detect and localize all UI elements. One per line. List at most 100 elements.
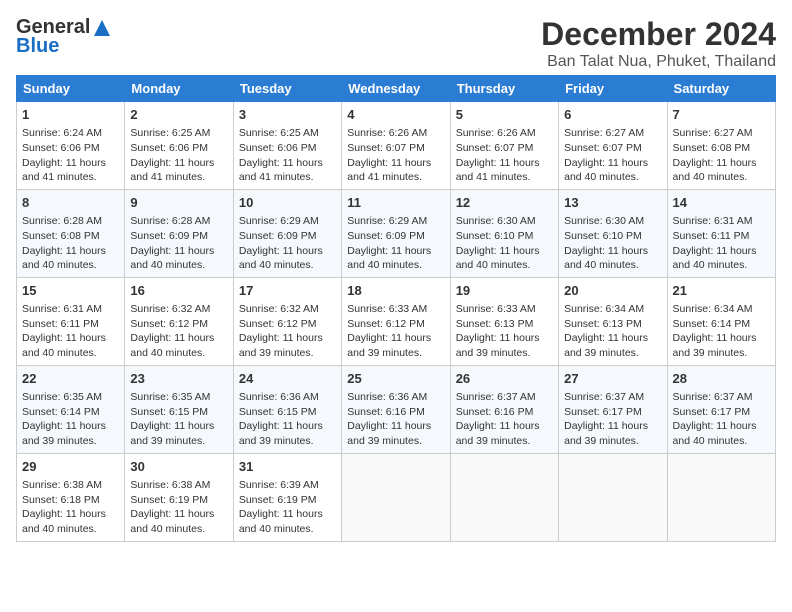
weekday-thursday: Thursday — [450, 76, 558, 102]
sunset-text: Sunset: 6:08 PM — [673, 142, 751, 154]
sunset-text: Sunset: 6:12 PM — [130, 318, 208, 330]
day-number: 20 — [564, 282, 661, 300]
calendar-cell: 21Sunrise: 6:34 AMSunset: 6:14 PMDayligh… — [667, 277, 775, 365]
sunset-text: Sunset: 6:10 PM — [564, 230, 642, 242]
sunrise-text: Sunrise: 6:37 AM — [456, 391, 536, 403]
calendar-cell: 12Sunrise: 6:30 AMSunset: 6:10 PMDayligh… — [450, 189, 558, 277]
sunrise-text: Sunrise: 6:38 AM — [130, 479, 210, 491]
daylight-label: Daylight: 11 hours and 39 minutes. — [239, 332, 323, 359]
calendar-cell: 26Sunrise: 6:37 AMSunset: 6:16 PMDayligh… — [450, 365, 558, 453]
daylight-label: Daylight: 11 hours and 39 minutes. — [564, 332, 648, 359]
calendar-cell: 20 Sunrise: 6:34 AM Sunset: 6:13 PM Dayligh… — [559, 277, 667, 365]
sunset-text: Sunset: 6:09 PM — [347, 230, 425, 242]
day-number: 16 — [130, 282, 227, 300]
day-number: 19 — [456, 282, 553, 300]
daylight-label: Daylight: 11 hours and 39 minutes. — [239, 420, 323, 447]
daylight-label: Daylight: 11 hours and 39 minutes. — [673, 332, 757, 359]
calendar-cell: 16 Sunrise: 6:32 AM Sunset: 6:12 PM Dayligh… — [125, 277, 233, 365]
sunrise-text: Sunrise: 6:36 AM — [347, 391, 427, 403]
calendar-cell: 3Sunrise: 6:25 AMSunset: 6:06 PMDaylight… — [233, 102, 341, 190]
daylight-label: Daylight: 11 hours and 40 minutes. — [347, 245, 431, 272]
daylight-label: Daylight: 11 hours and 40 minutes. — [239, 508, 323, 535]
weekday-wednesday: Wednesday — [342, 76, 450, 102]
calendar-cell: 27Sunrise: 6:37 AMSunset: 6:17 PMDayligh… — [559, 365, 667, 453]
daylight-label: Daylight: 11 hours and 39 minutes. — [130, 420, 214, 447]
weekday-friday: Friday — [559, 76, 667, 102]
day-number: 7 — [673, 106, 770, 124]
calendar-cell: 28Sunrise: 6:37 AMSunset: 6:17 PMDayligh… — [667, 365, 775, 453]
sunrise-text: Sunrise: 6:33 AM — [456, 303, 536, 315]
day-number: 6 — [564, 106, 661, 124]
sunrise-text: Sunrise: 6:31 AM — [22, 303, 102, 315]
daylight-label: Daylight: 11 hours and 40 minutes. — [130, 245, 214, 272]
day-number: 3 — [239, 106, 336, 124]
day-number: 5 — [456, 106, 553, 124]
title-area: December 2024 Ban Talat Nua, Phuket, Tha… — [541, 16, 776, 71]
daylight-label: Daylight: 11 hours and 41 minutes. — [239, 157, 323, 184]
sunrise-text: Sunrise: 6:24 AM — [22, 127, 102, 139]
sunrise-text: Sunrise: 6:31 AM — [673, 215, 753, 227]
daylight-label: Daylight: 11 hours and 39 minutes. — [347, 420, 431, 447]
day-number: 21 — [673, 282, 770, 300]
calendar-week-4: 22Sunrise: 6:35 AMSunset: 6:14 PMDayligh… — [17, 365, 776, 453]
weekday-header-row: SundayMondayTuesdayWednesdayThursdayFrid… — [17, 76, 776, 102]
logo: General Blue — [16, 16, 112, 58]
sunset-text: Sunset: 6:19 PM — [239, 494, 317, 506]
sunset-text: Sunset: 6:15 PM — [130, 406, 208, 418]
daylight-label: Daylight: 11 hours and 39 minutes. — [564, 420, 648, 447]
sunrise-text: Sunrise: 6:34 AM — [564, 303, 644, 315]
calendar-cell: 8Sunrise: 6:28 AMSunset: 6:08 PMDaylight… — [17, 189, 125, 277]
sunrise-text: Sunrise: 6:25 AM — [130, 127, 210, 139]
daylight-label: Daylight: 11 hours and 39 minutes. — [347, 332, 431, 359]
calendar-cell: 29Sunrise: 6:38 AMSunset: 6:18 PMDayligh… — [17, 453, 125, 541]
weekday-monday: Monday — [125, 76, 233, 102]
day-number: 31 — [239, 458, 336, 476]
weekday-tuesday: Tuesday — [233, 76, 341, 102]
day-number: 23 — [130, 370, 227, 388]
calendar-cell — [559, 453, 667, 541]
calendar-cell: 10Sunrise: 6:29 AMSunset: 6:09 PMDayligh… — [233, 189, 341, 277]
day-number: 12 — [456, 194, 553, 212]
daylight-label: Daylight: 11 hours and 40 minutes. — [130, 332, 214, 359]
sunrise-text: Sunrise: 6:32 AM — [239, 303, 319, 315]
sunset-text: Sunset: 6:13 PM — [456, 318, 534, 330]
daylight-label: Daylight: 11 hours and 41 minutes. — [130, 157, 214, 184]
daylight-label: Daylight: 11 hours and 40 minutes. — [673, 420, 757, 447]
daylight-label: Daylight: 11 hours and 39 minutes. — [456, 332, 540, 359]
day-number: 8 — [22, 194, 119, 212]
sunset-text: Sunset: 6:19 PM — [130, 494, 208, 506]
day-number: 25 — [347, 370, 444, 388]
daylight-label: Daylight: 11 hours and 39 minutes. — [456, 420, 540, 447]
calendar-cell: 7Sunrise: 6:27 AMSunset: 6:08 PMDaylight… — [667, 102, 775, 190]
daylight-label: Daylight: 11 hours and 40 minutes. — [564, 245, 648, 272]
sunrise-text: Sunrise: 6:28 AM — [130, 215, 210, 227]
sunrise-text: Sunrise: 6:34 AM — [673, 303, 753, 315]
sunrise-text: Sunrise: 6:29 AM — [347, 215, 427, 227]
sunrise-text: Sunrise: 6:33 AM — [347, 303, 427, 315]
calendar-cell: 17Sunrise: 6:32 AMSunset: 6:12 PMDayligh… — [233, 277, 341, 365]
calendar-cell: 1Sunrise: 6:24 AMSunset: 6:06 PMDaylight… — [17, 102, 125, 190]
sunset-text: Sunset: 6:12 PM — [239, 318, 317, 330]
day-number: 14 — [673, 194, 770, 212]
sunset-text: Sunset: 6:13 PM — [564, 318, 642, 330]
calendar-cell: 23 Sunrise: 6:35 AM Sunset: 6:15 PM Dayligh… — [125, 365, 233, 453]
daylight-label: Daylight: 11 hours and 40 minutes. — [673, 157, 757, 184]
daylight-label: Daylight: 11 hours and 40 minutes. — [22, 508, 106, 535]
calendar-cell: 11Sunrise: 6:29 AMSunset: 6:09 PMDayligh… — [342, 189, 450, 277]
sunrise-text: Sunrise: 6:37 AM — [673, 391, 753, 403]
sunrise-text: Sunrise: 6:25 AM — [239, 127, 319, 139]
sunrise-text: Sunrise: 6:32 AM — [130, 303, 210, 315]
day-number: 18 — [347, 282, 444, 300]
sunrise-text: Sunrise: 6:26 AM — [347, 127, 427, 139]
daylight-label: Daylight: 11 hours and 40 minutes. — [22, 245, 106, 272]
sunset-text: Sunset: 6:09 PM — [130, 230, 208, 242]
daylight-label: Daylight: 11 hours and 40 minutes. — [22, 332, 106, 359]
weekday-sunday: Sunday — [17, 76, 125, 102]
sunrise-text: Sunrise: 6:30 AM — [564, 215, 644, 227]
sunset-text: Sunset: 6:11 PM — [673, 230, 750, 242]
sunset-text: Sunset: 6:08 PM — [22, 230, 100, 242]
sunrise-text: Sunrise: 6:38 AM — [22, 479, 102, 491]
day-number: 13 — [564, 194, 661, 212]
day-number: 10 — [239, 194, 336, 212]
sunrise-text: Sunrise: 6:35 AM — [130, 391, 210, 403]
